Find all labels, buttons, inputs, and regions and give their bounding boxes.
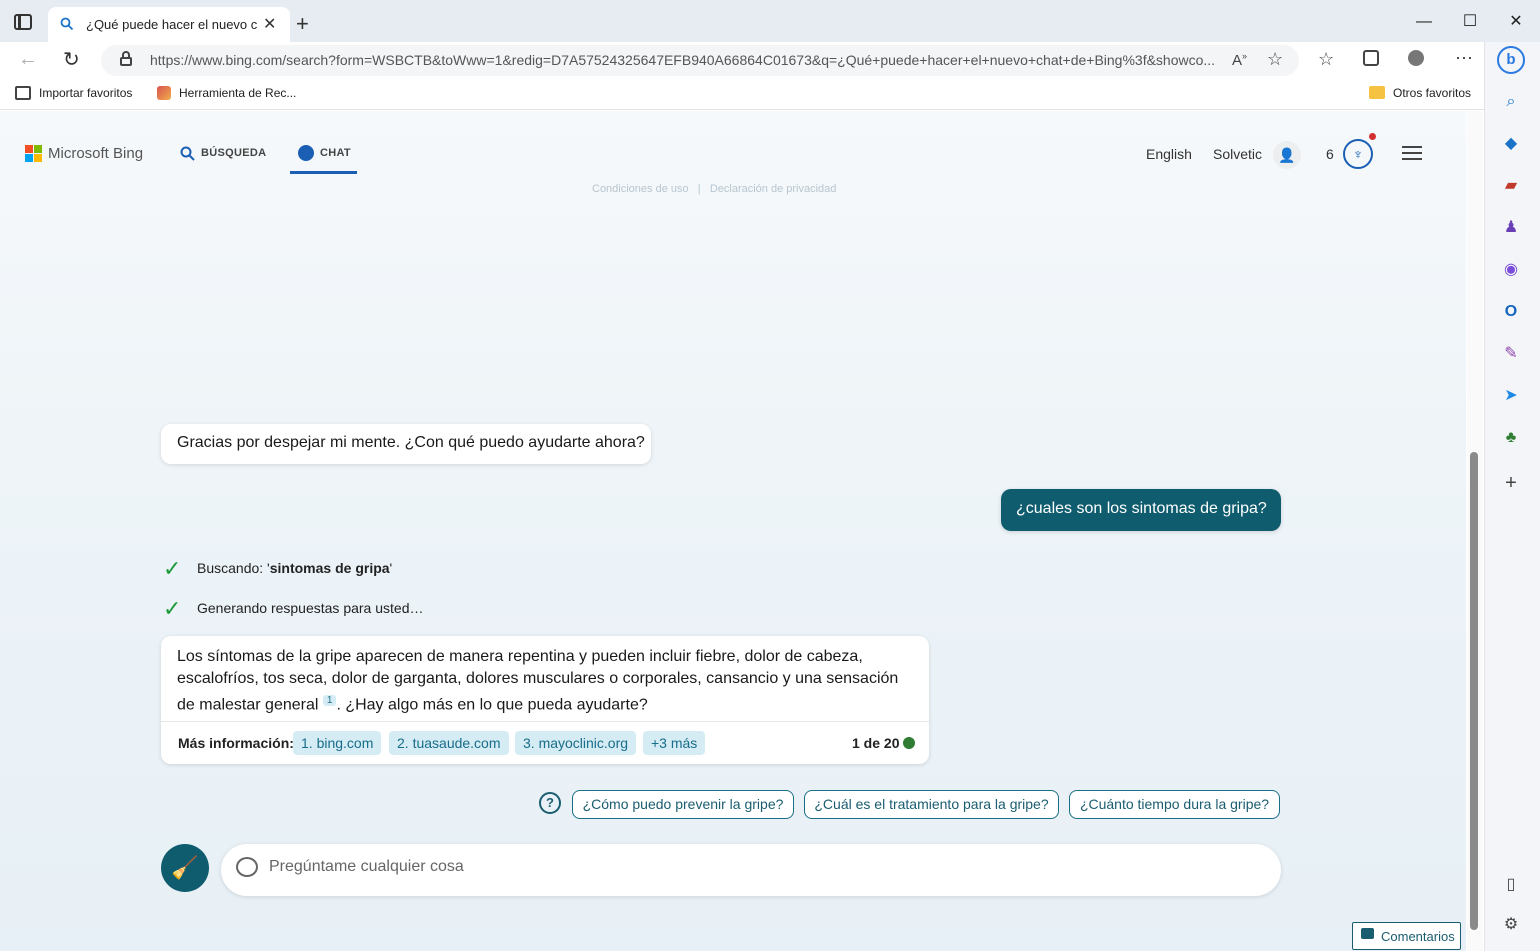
lock-icon[interactable] <box>120 51 132 66</box>
feedback-icon <box>1361 928 1374 939</box>
chat-bubble-icon <box>236 857 258 877</box>
suggestion-button[interactable]: ¿Cuánto tiempo dura la gripe? <box>1069 790 1280 819</box>
search-icon <box>60 17 74 31</box>
add-sidebar-icon[interactable]: + <box>1500 472 1522 494</box>
close-window-button[interactable]: ✕ <box>1493 8 1539 36</box>
more-options-icon[interactable]: ⋯ <box>1455 48 1473 69</box>
tree-icon[interactable]: ♣ <box>1500 427 1522 449</box>
designer-icon[interactable]: ✎ <box>1500 343 1522 365</box>
new-topic-button[interactable]: 🧹 <box>161 844 209 892</box>
tools-icon[interactable]: ▰ <box>1500 175 1522 197</box>
sidebar-search-icon[interactable]: ⌕ <box>1500 91 1522 113</box>
outlook-icon[interactable]: O <box>1500 301 1522 323</box>
feedback-label: Comentarios <box>1381 929 1455 944</box>
faded-links: Condiciones de uso | Declaración de priv… <box>592 183 837 195</box>
check-icon: ✓ <box>163 596 182 621</box>
favorite-tool[interactable]: Herramienta de Rec... <box>179 86 296 100</box>
check-icon: ✓ <box>163 556 182 581</box>
turn-status-dot <box>903 737 915 749</box>
feedback-button[interactable]: Comentarios <box>1352 922 1461 950</box>
nav-search[interactable]: BÚSQUEDA <box>201 147 266 159</box>
notification-dot <box>1369 133 1376 140</box>
user-name[interactable]: Solvetic <box>1213 146 1262 162</box>
status-generating: Generando respuestas para usted… <box>197 600 424 616</box>
turn-counter: 1 de 20 <box>852 735 900 751</box>
maximize-button[interactable]: ☐ <box>1447 8 1493 36</box>
help-icon[interactable]: ? <box>539 792 561 814</box>
nav-chat[interactable]: CHAT <box>320 147 351 159</box>
refresh-icon[interactable]: ↻ <box>63 47 80 72</box>
chat-input-placeholder[interactable]: Pregúntame cualquier cosa <box>269 858 464 876</box>
bing-logo-text[interactable]: Microsoft Bing <box>48 145 143 162</box>
source-chip[interactable]: 3. mayoclinic.org <box>515 731 637 755</box>
favorite-import[interactable]: Importar favoritos <box>39 86 132 100</box>
search-term: sintomas de gripa <box>269 560 390 576</box>
tool-icon <box>157 86 171 100</box>
answer-divider <box>161 721 929 722</box>
settings-icon[interactable]: ⚙ <box>1500 914 1522 936</box>
bing-logo-icon <box>25 145 43 163</box>
scrollbar-thumb[interactable] <box>1470 452 1478 930</box>
tab-actions-icon[interactable] <box>14 14 32 30</box>
suggestion-button[interactable]: ¿Cómo puedo prevenir la gripe? <box>572 790 794 819</box>
nav-chat-underline <box>290 171 357 174</box>
user-message-text: ¿cuales son los sintomas de gripa? <box>1016 500 1267 517</box>
back-icon[interactable]: ← <box>18 48 38 71</box>
other-favorites[interactable]: Otros favoritos <box>1393 86 1471 100</box>
profile-icon[interactable] <box>1408 50 1424 66</box>
close-tab-icon[interactable]: ✕ <box>263 14 276 34</box>
split-screen-icon[interactable]: ▯ <box>1500 874 1522 896</box>
hamburger-menu-icon[interactable] <box>1402 146 1422 160</box>
bot-greeting-text: Gracias por despejar mi mente. ¿Con qué … <box>177 434 645 451</box>
bing-copilot-icon[interactable]: b <box>1497 46 1525 74</box>
bing-chat-page <box>0 111 1466 951</box>
nav-search-icon <box>180 146 195 161</box>
games-icon[interactable]: ♟ <box>1500 217 1522 239</box>
chat-icon <box>298 145 314 161</box>
shopping-icon[interactable]: ◆ <box>1500 133 1522 155</box>
collections-icon[interactable] <box>1363 50 1379 66</box>
minimize-button[interactable]: — <box>1401 8 1447 36</box>
tab-title: ¿Qué puede hacer el nuevo chat <box>86 17 258 32</box>
more-info-label: Más información: <box>178 735 294 751</box>
read-aloud-icon[interactable]: A» <box>1232 51 1247 69</box>
status-searching: Buscando: 'sintomas de gripa' <box>197 560 393 576</box>
rewards-points[interactable]: 6 <box>1326 146 1334 162</box>
source-chip[interactable]: 2. tuasaude.com <box>389 731 509 755</box>
suggestion-button[interactable]: ¿Cuál es el tratamiento para la gripe? <box>804 790 1059 819</box>
folder-icon <box>1369 86 1385 99</box>
language-link[interactable]: English <box>1146 146 1192 162</box>
avatar[interactable]: 👤 <box>1273 141 1301 169</box>
bot-answer-text: Los síntomas de la gripe aparecen de man… <box>177 648 899 714</box>
add-favorite-icon[interactable]: ☆ <box>1267 49 1283 70</box>
more-sources-chip[interactable]: +3 más <box>643 731 706 755</box>
import-icon <box>15 86 31 100</box>
trophy-icon[interactable]: ♆ <box>1343 139 1373 169</box>
new-tab-button[interactable]: + <box>296 11 309 37</box>
citation-badge[interactable]: 1 <box>322 695 337 706</box>
send-icon[interactable]: ➤ <box>1500 385 1522 407</box>
url-text[interactable]: https://www.bing.com/search?form=WSBCTB&… <box>150 52 1220 68</box>
office-icon[interactable]: ◉ <box>1500 259 1522 281</box>
source-chip[interactable]: 1. bing.com <box>293 731 382 755</box>
favorites-icon[interactable]: ☆ <box>1318 49 1334 70</box>
